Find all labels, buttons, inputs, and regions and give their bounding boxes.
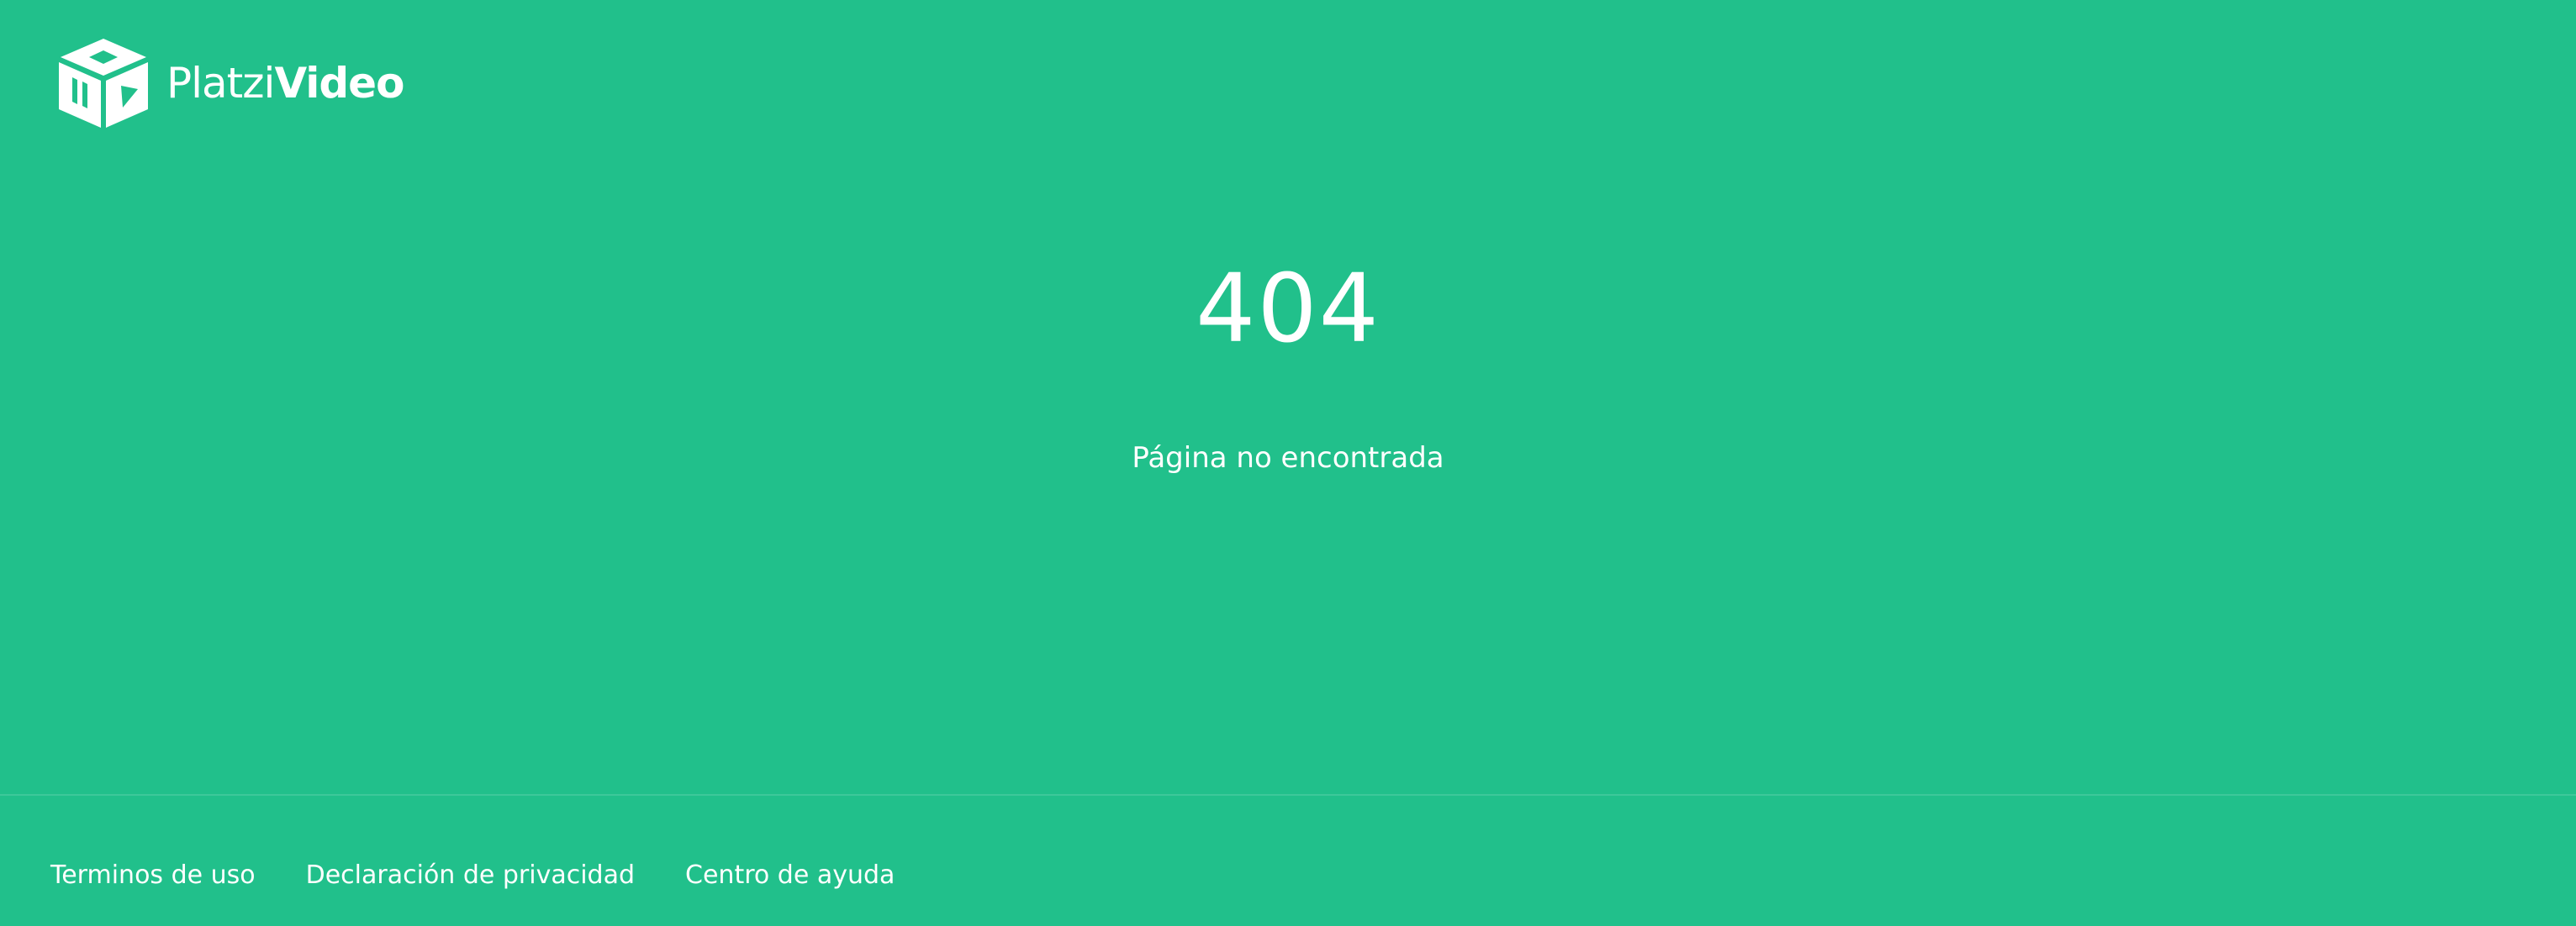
brand-name-light: Platzi: [166, 59, 275, 108]
error-code: 404: [1196, 255, 1380, 364]
brand-name: PlatziVideo: [166, 62, 404, 104]
brand-name-bold: Video: [274, 59, 404, 108]
footer-nav: Terminos de uso Declaración de privacida…: [50, 863, 895, 888]
cube-play-icon: [59, 39, 148, 128]
site-header: PlatziVideo: [0, 0, 2576, 168]
footer-link-help[interactable]: Centro de ayuda: [685, 863, 895, 888]
error-message: Página no encontrada: [1132, 441, 1444, 475]
footer-link-terms[interactable]: Terminos de uso: [50, 863, 256, 888]
not-found-content: 404 Página no encontrada: [0, 168, 2576, 794]
site-footer: Terminos de uso Declaración de privacida…: [0, 794, 2576, 926]
platzi-video-logo[interactable]: PlatziVideo: [57, 37, 404, 129]
footer-link-privacy[interactable]: Declaración de privacidad: [306, 863, 635, 888]
